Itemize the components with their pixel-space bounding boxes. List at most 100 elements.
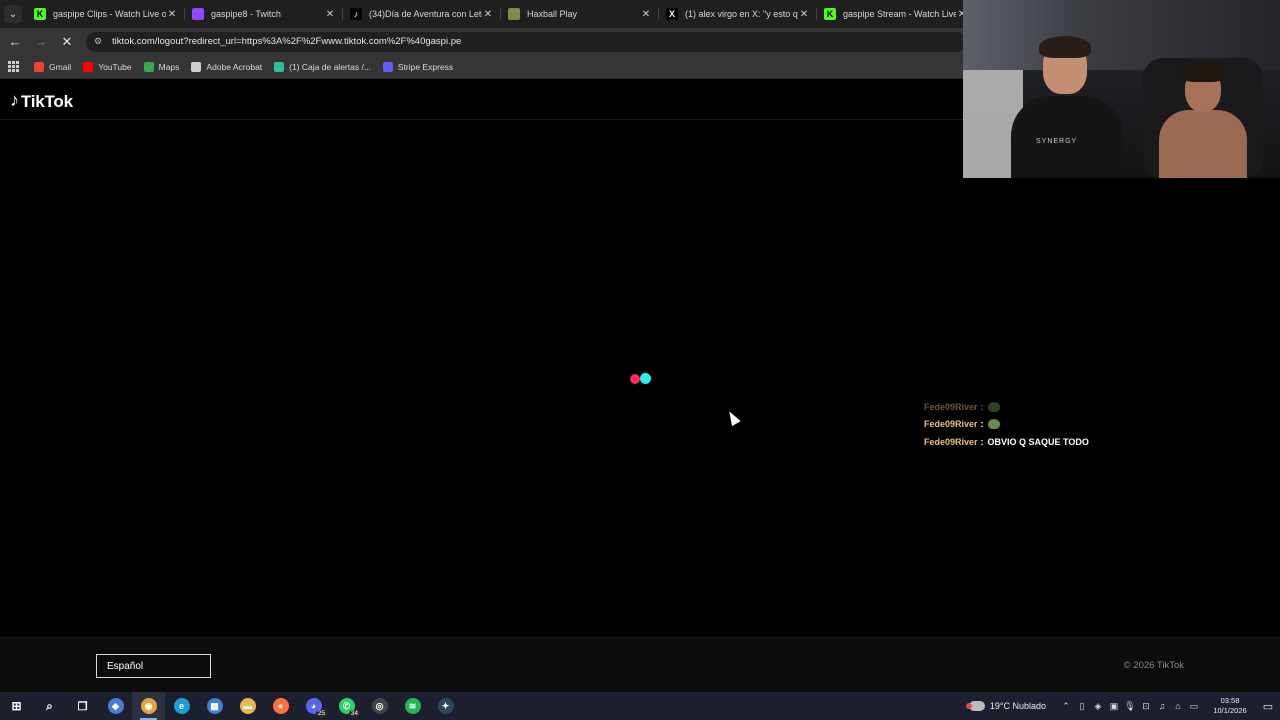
chat-text: OBVIO Q SAQUE TODO xyxy=(987,436,1089,447)
bookmark-item[interactable]: YouTube xyxy=(83,61,132,72)
tab-title: (1) alex virgo en X: "y esto que xyxy=(685,9,798,19)
x-icon: X xyxy=(666,8,678,20)
notification-icon[interactable]: ▭ xyxy=(1256,700,1280,713)
bookmark-label: YouTube xyxy=(98,61,132,72)
stream-chat-overlay: Fede09River: Fede09River: Fede09River: OBVI… xyxy=(924,398,1089,451)
address-url: tiktok.com/logout?redirect_url=https%3A%… xyxy=(112,36,462,47)
start-button[interactable]: ⊞ xyxy=(0,692,33,720)
browser-tab[interactable]: Kgaspipe Stream - Watch Live on✕ xyxy=(816,0,974,28)
tiktok-icon: ♪ xyxy=(350,8,362,20)
weather-widget[interactable]: 19°C Nublado xyxy=(965,701,1046,711)
browser-tab[interactable]: Kgaspipe Clips - Watch Live on K✕ xyxy=(26,0,184,28)
chat-emote-icon xyxy=(987,401,1000,412)
tiktok-note-icon: ♪ xyxy=(10,90,19,110)
apps-grid-icon[interactable] xyxy=(8,60,20,73)
tiktok-logo-text: TikTok xyxy=(20,91,73,111)
bookmark-item[interactable]: Gmail xyxy=(34,61,72,72)
security-icon[interactable]: ▣ xyxy=(1106,701,1122,712)
close-icon[interactable]: ✕ xyxy=(324,9,336,20)
notification-badge: 25 xyxy=(315,710,327,717)
spotify-icon[interactable]: ≋ xyxy=(396,692,429,720)
notification-badge: 34 xyxy=(348,710,360,717)
back-button[interactable]: ← xyxy=(4,31,26,53)
chat-username: Fede09River xyxy=(924,419,978,430)
obs-icon[interactable]: ◎ xyxy=(363,692,396,720)
chat-message: Fede09River: xyxy=(924,398,1089,416)
bookmark-label: Maps xyxy=(158,61,180,72)
bookmark-item[interactable]: Stripe Express xyxy=(382,61,454,72)
keyboard-icon[interactable]: ▭ xyxy=(1186,701,1202,712)
browser-tab[interactable]: Haxball Play ✕ xyxy=(500,0,658,28)
shirt-logo: SYNERGY xyxy=(1036,138,1078,145)
bookmark-item[interactable]: Maps xyxy=(143,61,180,72)
battery-icon[interactable]: ▯ xyxy=(1074,701,1090,712)
stop-loading-button[interactable]: ✕ xyxy=(56,31,78,53)
webcam-overlay: SYNERGY xyxy=(963,0,1280,178)
file-explorer-icon[interactable]: ▬ xyxy=(231,692,264,720)
copilot-icon[interactable]: ◆ xyxy=(99,692,132,720)
display-icon[interactable]: ⊡ xyxy=(1138,701,1154,712)
tab-list: Kgaspipe Clips - Watch Live on K✕gaspipe… xyxy=(26,0,974,28)
tab-title: Haxball Play xyxy=(527,9,578,19)
close-icon[interactable]: ✕ xyxy=(482,9,494,20)
microphone-icon[interactable]: 🎙 xyxy=(1122,701,1138,712)
steam-icon[interactable]: ✦ xyxy=(429,692,462,720)
task-view-icon[interactable]: ❐ xyxy=(66,692,99,720)
clock[interactable]: 03:58 10/1/2026 xyxy=(1204,696,1256,716)
chat-message: Fede09River: xyxy=(924,416,1089,434)
tab-title: gaspipe8 - Twitch xyxy=(211,9,281,19)
bookmark-item[interactable]: Adobe Acrobat xyxy=(191,61,263,72)
windows-taskbar: ⊞ ⌕ ❐ ◆ ◉ e ▦ ▬ ● ◕ 25 ✆ 34 ◎ ≋ ✦ 19°C Nublado ⌃ ▯ ◈… xyxy=(0,692,1280,720)
tab-search-button[interactable]: ⌄ xyxy=(0,0,26,28)
tab-title: gaspipe Clips - Watch Live on K xyxy=(53,9,166,19)
loading-spinner xyxy=(629,373,653,385)
address-bar[interactable]: ⚙ tiktok.com/logout?redirect_url=https%3… xyxy=(86,31,966,52)
browser-tab[interactable]: X (1) alex virgo en X: "y esto que ✕ xyxy=(658,0,816,28)
bookmark-label: (1) Caja de alertas /... xyxy=(289,61,371,72)
chevron-up-icon[interactable]: ⌃ xyxy=(1058,701,1074,712)
clock-time: 03:58 xyxy=(1220,696,1240,705)
system-tray: 19°C Nublado ⌃ ▯ ◈ ▣ 🎙 ⊡ ♫ ⌂ ▭ 03:58 10/… xyxy=(965,692,1280,720)
clock-date: 10/1/2026 xyxy=(1213,706,1247,715)
kick-icon: K xyxy=(34,8,46,20)
weather-text: 19°C Nublado xyxy=(989,701,1046,711)
chat-username: Fede09River xyxy=(924,401,978,412)
chat-message: Fede09River: OBVIO Q SAQUE TODO xyxy=(924,436,1089,447)
close-icon[interactable]: ✕ xyxy=(798,9,810,20)
bookmark-label: Stripe Express xyxy=(397,61,454,72)
chrome-icon[interactable]: ◉ xyxy=(132,692,165,720)
store-icon[interactable]: ▦ xyxy=(198,692,231,720)
stripe-icon xyxy=(382,61,393,72)
bookmark-label: Gmail xyxy=(49,61,72,72)
chat-username: Fede09River xyxy=(924,436,978,447)
bookmark-item[interactable]: (1) Caja de alertas /... xyxy=(274,61,371,72)
gmail-icon xyxy=(34,61,44,72)
browser-tab[interactable]: gaspipe8 - Twitch ✕ xyxy=(184,0,342,28)
tab-title: (34)Día de Aventura con Leto e xyxy=(369,9,482,19)
volume-icon[interactable]: ♫ xyxy=(1154,701,1170,711)
browser-tab[interactable]: ♪ (34)Día de Aventura con Leto e ✕ xyxy=(342,0,500,28)
site-info-icon[interactable]: ⚙ xyxy=(94,36,106,47)
firefox-icon[interactable]: ● xyxy=(264,692,297,720)
network-icon[interactable]: ⌂ xyxy=(1170,701,1186,711)
kick-icon: K xyxy=(824,8,836,20)
edge-icon[interactable]: e xyxy=(165,692,198,720)
search-icon[interactable]: ⌕ xyxy=(33,692,66,720)
language-select[interactable]: Español xyxy=(96,654,211,678)
tiktok-logo[interactable]: ♪ TikTok xyxy=(10,90,73,112)
chat-emote-icon xyxy=(987,419,1000,430)
chevron-down-icon: ⌄ xyxy=(4,5,22,23)
alerts-icon xyxy=(274,61,285,72)
twitch-icon xyxy=(192,8,204,20)
close-icon[interactable]: ✕ xyxy=(640,9,652,20)
discord-icon[interactable]: ◕ 25 xyxy=(297,692,330,720)
app-tray-icon[interactable]: ◈ xyxy=(1090,701,1106,712)
bookmark-label: Adobe Acrobat xyxy=(206,61,263,72)
loader-dot-red xyxy=(630,374,640,384)
tab-title: gaspipe Stream - Watch Live on xyxy=(843,9,956,19)
close-icon[interactable]: ✕ xyxy=(166,9,178,20)
loader-dot-cyan xyxy=(640,373,651,384)
forward-button[interactable]: → xyxy=(30,31,52,53)
cloud-icon xyxy=(965,701,985,711)
whatsapp-icon[interactable]: ✆ 34 xyxy=(330,692,363,720)
